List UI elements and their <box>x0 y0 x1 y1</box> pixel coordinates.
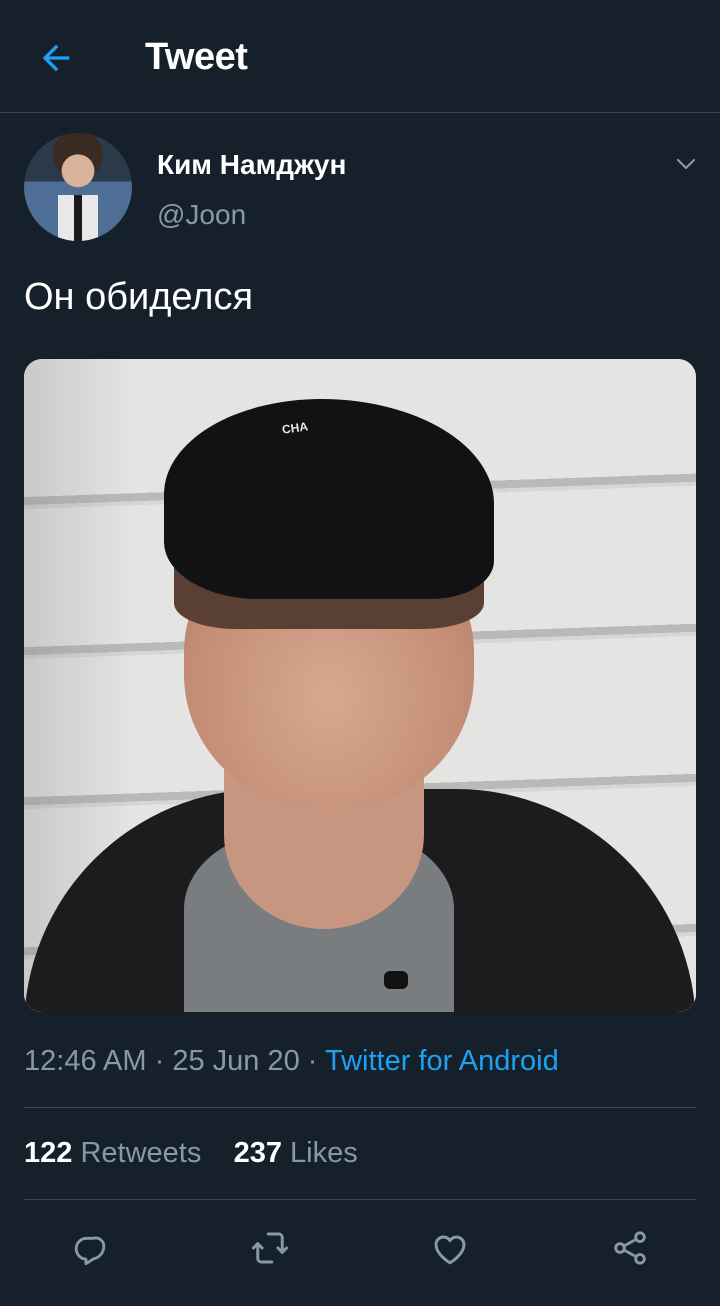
chevron-down-icon <box>676 158 696 170</box>
arrow-left-icon <box>42 44 70 72</box>
top-app-bar: Tweet <box>0 0 720 113</box>
retweet-button[interactable] <box>246 1224 294 1272</box>
photo-microphone <box>384 971 408 989</box>
retweet-icon <box>251 1232 289 1264</box>
share-icon <box>614 1231 646 1265</box>
tweet-menu-button[interactable] <box>670 148 702 180</box>
divider <box>24 1199 696 1200</box>
tweet-metadata: 12:46 AM · 25 Jun 20 · Twitter for Andro… <box>24 1045 559 1078</box>
tweet-stats: 122 Retweets 237 Likes <box>24 1137 358 1170</box>
reply-button[interactable] <box>66 1224 114 1272</box>
tweet-date: 25 Jun 20 <box>172 1045 300 1077</box>
heart-icon <box>434 1235 466 1265</box>
like-button[interactable] <box>426 1224 474 1272</box>
back-button[interactable] <box>30 34 82 82</box>
avatar-shirt <box>58 195 98 241</box>
author-handle[interactable]: @Joon <box>157 199 246 231</box>
meta-separator: · <box>154 1045 165 1077</box>
tweet-source-link[interactable]: Twitter for Android <box>325 1045 559 1077</box>
retweets-label: Retweets <box>80 1137 202 1169</box>
tweet-media-photo[interactable]: CHA <box>24 359 696 1012</box>
share-button[interactable] <box>606 1224 654 1272</box>
meta-separator: · <box>307 1045 318 1077</box>
avatar[interactable] <box>24 133 132 241</box>
tweet-actions-bar <box>0 1220 720 1276</box>
likes-count: 237 <box>233 1137 282 1169</box>
likes-label: Likes <box>290 1137 358 1169</box>
retweets-stat[interactable]: 122 Retweets <box>24 1137 201 1169</box>
author-display-name[interactable]: Ким Намджун <box>157 149 346 181</box>
retweets-count: 122 <box>24 1137 73 1169</box>
page-title: Tweet <box>145 36 248 78</box>
tweet-text: Он обиделся <box>24 276 254 318</box>
divider <box>24 1107 696 1108</box>
reply-icon <box>74 1236 106 1266</box>
tweet-time: 12:46 AM <box>24 1045 147 1077</box>
likes-stat[interactable]: 237 Likes <box>234 1137 358 1169</box>
